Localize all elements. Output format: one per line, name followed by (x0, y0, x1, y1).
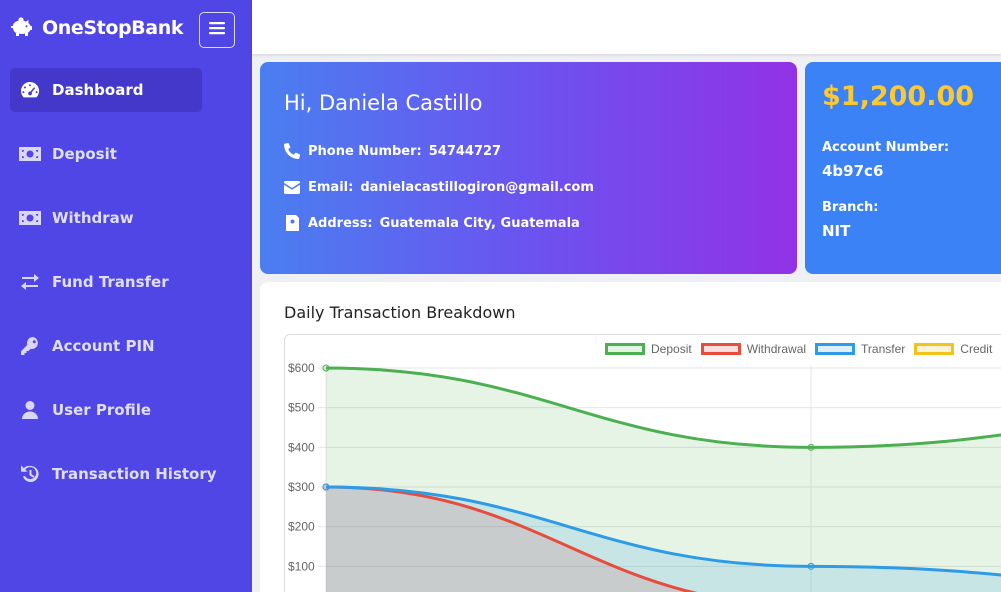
balance-amount: $1,200.00 (822, 81, 975, 112)
legend-label: Transfer (861, 342, 906, 356)
transfer-arrows-icon (18, 272, 42, 292)
legend-swatch (914, 343, 955, 355)
sidebar-item-label: User Profile (52, 401, 152, 419)
y-tick-label: $300 (288, 480, 315, 494)
balance-card: $1,200.00 Account Number: 4b97c6 Branch:… (805, 62, 1001, 274)
email-label: Email: (308, 179, 354, 195)
sidebar-item-label: Dashboard (52, 81, 144, 99)
sidebar-item-label: Withdraw (52, 209, 134, 227)
address-row: Address: Guatemala City, Guatemala (284, 215, 580, 231)
branch-label: Branch: (822, 200, 879, 215)
money-bill-icon (18, 208, 42, 228)
sidebar-item-transaction-history[interactable]: Transaction History (10, 452, 242, 496)
data-point-deposit[interactable] (322, 364, 330, 372)
sidebar-item-withdraw[interactable]: Withdraw (10, 196, 242, 240)
sidebar-item-label: Fund Transfer (52, 273, 169, 291)
sidebar-item-fund-transfer[interactable]: Fund Transfer (10, 260, 242, 304)
menu-toggle-button[interactable] (199, 12, 235, 48)
legend-swatch (700, 343, 741, 355)
chart-legend: Deposit Withdrawal Transfer Credit (605, 342, 1001, 356)
sidebar-item-label: Account PIN (52, 337, 155, 355)
y-tick-label: $400 (288, 440, 315, 454)
legend-label: Credit (960, 342, 993, 356)
legend-swatch (605, 343, 645, 355)
sidebar-item-dashboard[interactable]: Dashboard (10, 68, 202, 112)
phone-row: Phone Number: 54744727 (284, 143, 501, 159)
legend-swatch (815, 343, 856, 355)
sidebar-nav: Dashboard Deposit Withdraw Fund Transfer… (10, 68, 242, 516)
profile-card: Hi, Daniela Castillo Phone Number: 54744… (260, 62, 797, 274)
legend-item-deposit[interactable]: Deposit (605, 342, 692, 356)
sidebar-item-account-pin[interactable]: Account PIN (10, 324, 242, 368)
email-row: Email: danielacastillogiron@gmail.com (284, 179, 594, 195)
branch-value: NIT (822, 222, 851, 240)
greeting: Hi, Daniela Castillo (284, 91, 483, 115)
chart-card: Daily Transaction Breakdown $600 $500 $400… (260, 282, 1001, 592)
sidebar: OneStopBank Dashboard Deposit Withdraw F… (0, 0, 252, 592)
phone-icon (284, 143, 300, 159)
speedometer-icon (18, 80, 42, 100)
top-bar (252, 0, 1001, 54)
brand-name: OneStopBank (42, 17, 184, 39)
email-value: danielacastillogiron@gmail.com (360, 179, 594, 195)
sidebar-item-user-profile[interactable]: User Profile (10, 388, 242, 432)
line-chart: $600 $500 $400 $300 $200 $100 (288, 361, 1001, 592)
legend-item-withdrawal[interactable]: Withdrawal (700, 342, 807, 356)
account-number-value: 4b97c6 (822, 162, 884, 180)
chart-title: Daily Transaction Breakdown (284, 303, 516, 322)
address-card-icon (284, 215, 300, 231)
y-tick-label: $500 (288, 401, 315, 415)
y-tick-label: $100 (288, 559, 315, 573)
sidebar-item-label: Deposit (52, 145, 117, 163)
history-icon (18, 464, 42, 484)
legend-item-transfer[interactable]: Transfer (815, 342, 905, 356)
envelope-icon (284, 179, 300, 195)
address-label: Address: (308, 215, 373, 231)
y-tick-label: $600 (288, 361, 315, 375)
brand[interactable]: OneStopBank (10, 12, 183, 44)
piggy-bank-icon (10, 17, 34, 39)
money-bill-icon (18, 144, 42, 164)
user-icon (18, 400, 42, 420)
legend-item-credit[interactable]: Credit (914, 342, 992, 356)
data-point-transfer[interactable] (322, 483, 330, 491)
data-point-transfer[interactable] (807, 562, 815, 570)
sidebar-item-label: Transaction History (52, 465, 217, 483)
address-value: Guatemala City, Guatemala (379, 215, 580, 231)
chart-container: $600 $500 $400 $300 $200 $100 Deposit Withdraw… (284, 334, 1001, 592)
legend-label: Withdrawal (746, 342, 807, 356)
sidebar-item-deposit[interactable]: Deposit (10, 132, 242, 176)
phone-label: Phone Number: (308, 143, 422, 159)
account-number-label: Account Number: (822, 140, 950, 155)
hamburger-icon (209, 21, 225, 40)
key-icon (18, 336, 42, 356)
phone-value: 54744727 (428, 143, 502, 159)
y-tick-label: $200 (288, 520, 315, 534)
legend-label: Deposit (651, 342, 692, 356)
data-point-deposit[interactable] (807, 443, 815, 451)
